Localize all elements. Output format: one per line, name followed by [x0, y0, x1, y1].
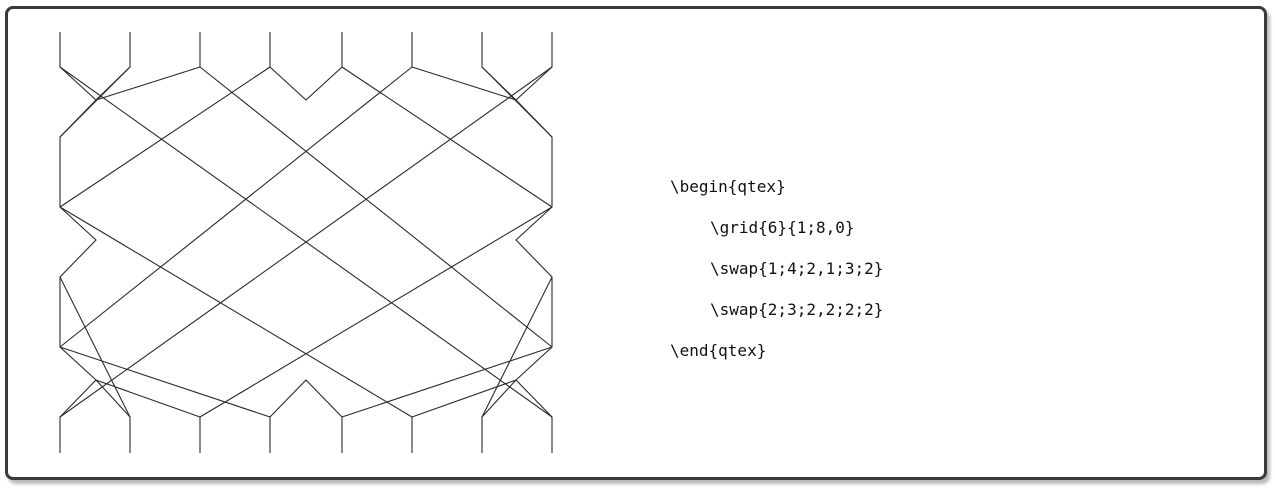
wire-segment — [59, 276, 131, 418]
wire-segment — [199, 66, 553, 348]
wire-segment — [411, 32, 517, 101]
swap-network-diagram — [59, 32, 553, 453]
wire-segment — [341, 66, 553, 208]
wire-segment — [481, 276, 553, 418]
code-line-begin: \begin{qtex} — [670, 177, 786, 196]
wire-segment — [269, 32, 343, 101]
wire-segment — [59, 346, 271, 418]
wire-segment — [59, 66, 271, 208]
wire-segment — [515, 32, 553, 453]
code-line-swap-1: \swap{1;4;2,1;3;2} — [710, 259, 884, 278]
wire-segment — [59, 66, 413, 348]
code-sample: \begin{qtex} \grid{6}{1;8,0} \swap{1;4;2… — [670, 177, 883, 382]
code-line-end: \end{qtex} — [670, 341, 767, 360]
wire-segment — [59, 32, 97, 453]
wire-segment — [269, 379, 343, 453]
code-line-swap-2: \swap{2;3;2,2;2;2} — [710, 300, 884, 319]
wire-segment — [59, 66, 131, 138]
code-line-grid: \grid{6}{1;8,0} — [710, 218, 855, 237]
wire-segment — [411, 379, 517, 453]
wire-segment — [95, 32, 201, 101]
wire-segment — [341, 346, 553, 418]
wire-segment — [95, 379, 201, 453]
wire-segment — [481, 66, 553, 138]
